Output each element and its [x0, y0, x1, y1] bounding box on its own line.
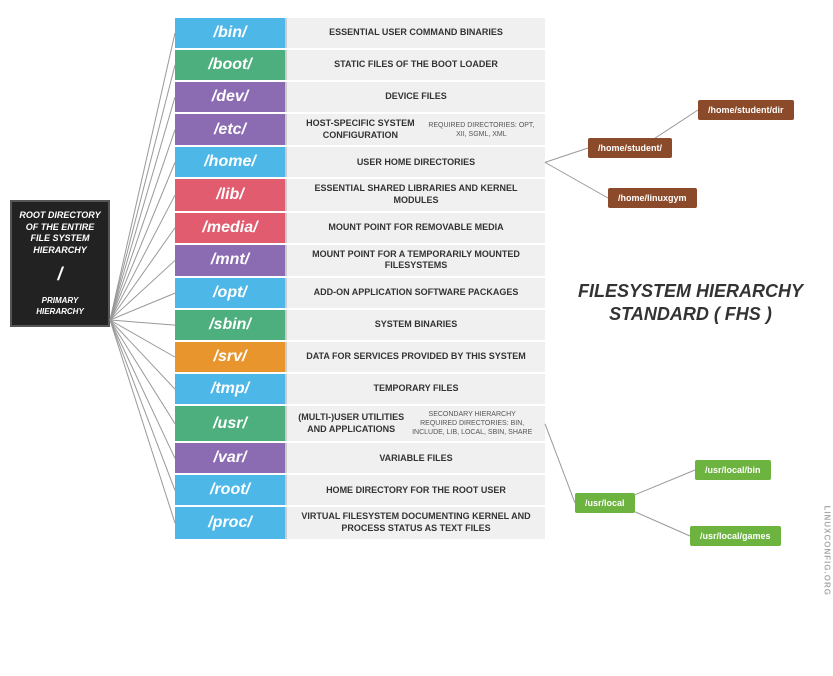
dir-desc-opt: ADD-ON APPLICATION SOFTWARE PACKAGES: [285, 278, 545, 308]
home-student-dir-box: /home/student/dir: [698, 100, 794, 120]
dir-name-srv: /srv/: [175, 342, 285, 372]
dir-row: /proc/VIRTUAL FILESYSTEM DOCUMENTING KER…: [175, 507, 545, 538]
dir-row: /boot/STATIC FILES OF THE BOOT LOADER: [175, 50, 545, 80]
dir-desc-var: VARIABLE FILES: [285, 443, 545, 473]
dir-row: /lib/ESSENTIAL SHARED LIBRARIES AND KERN…: [175, 179, 545, 210]
dir-name-etc: /etc/: [175, 114, 285, 145]
primary-hierarchy-label: PRIMARY HIERARCHY: [18, 296, 102, 317]
dir-row: /var/VARIABLE FILES: [175, 443, 545, 473]
usr-local-box: /usr/local: [575, 493, 635, 513]
dir-row: /tmp/TEMPORARY FILES: [175, 374, 545, 404]
dir-name-lib: /lib/: [175, 179, 285, 210]
home-student-box: /home/student/: [588, 138, 672, 158]
fhs-title: FILESYSTEM HIERARCHYSTANDARD ( FHS ): [578, 280, 803, 327]
dir-desc-lib: ESSENTIAL SHARED LIBRARIES AND KERNEL MO…: [285, 179, 545, 210]
dir-desc-root: HOME DIRECTORY FOR THE ROOT USER: [285, 475, 545, 505]
usr-local-games-box: /usr/local/games: [690, 526, 781, 546]
directory-table: /bin/ESSENTIAL USER COMMAND BINARIES/boo…: [175, 18, 545, 541]
home-linuxgym-box: /home/linuxgym: [608, 188, 697, 208]
dir-desc-srv: DATA FOR SERVICES PROVIDED BY THIS SYSTE…: [285, 342, 545, 372]
dir-row: /sbin/SYSTEM BINARIES: [175, 310, 545, 340]
dir-desc-boot: STATIC FILES OF THE BOOT LOADER: [285, 50, 545, 80]
dir-name-sbin: /sbin/: [175, 310, 285, 340]
root-label: ROOT DIRECTORY OF THE ENTIRE FILE SYSTEM…: [19, 210, 100, 255]
dir-row: /opt/ADD-ON APPLICATION SOFTWARE PACKAGE…: [175, 278, 545, 308]
root-directory-box: ROOT DIRECTORY OF THE ENTIRE FILE SYSTEM…: [10, 200, 110, 327]
dir-name-mnt: /mnt/: [175, 245, 285, 276]
dir-row: /home/USER HOME DIRECTORIES: [175, 147, 545, 177]
dir-desc-home: USER HOME DIRECTORIES: [285, 147, 545, 177]
dir-desc-tmp: TEMPORARY FILES: [285, 374, 545, 404]
dir-row: /etc/HOST-SPECIFIC SYSTEM CONFIGURATIONR…: [175, 114, 545, 145]
dir-name-proc: /proc/: [175, 507, 285, 538]
dir-name-opt: /opt/: [175, 278, 285, 308]
dir-row: /media/MOUNT POINT FOR REMOVABLE MEDIA: [175, 213, 545, 243]
dir-name-tmp: /tmp/: [175, 374, 285, 404]
dir-name-usr: /usr/: [175, 406, 285, 441]
dir-name-dev: /dev/: [175, 82, 285, 112]
dir-name-boot: /boot/: [175, 50, 285, 80]
dir-desc-bin: ESSENTIAL USER COMMAND BINARIES: [285, 18, 545, 48]
dir-desc-usr: (MULTI-)USER UTILITIES AND APPLICATIONSS…: [285, 406, 545, 441]
dir-name-home: /home/: [175, 147, 285, 177]
dir-desc-dev: DEVICE FILES: [285, 82, 545, 112]
dir-desc-sbin: SYSTEM BINARIES: [285, 310, 545, 340]
main-container: ROOT DIRECTORY OF THE ENTIRE FILE SYSTEM…: [0, 0, 833, 676]
usr-local-bin-box: /usr/local/bin: [695, 460, 771, 480]
dir-row: /srv/DATA FOR SERVICES PROVIDED BY THIS …: [175, 342, 545, 372]
dir-row: /usr/(MULTI-)USER UTILITIES AND APPLICAT…: [175, 406, 545, 441]
dir-name-var: /var/: [175, 443, 285, 473]
dir-desc-proc: VIRTUAL FILESYSTEM DOCUMENTING KERNEL AN…: [285, 507, 545, 538]
dir-name-root: /root/: [175, 475, 285, 505]
dir-desc-etc: HOST-SPECIFIC SYSTEM CONFIGURATIONREQUIR…: [285, 114, 545, 145]
dir-row: /dev/DEVICE FILES: [175, 82, 545, 112]
dir-row: /bin/ESSENTIAL USER COMMAND BINARIES: [175, 18, 545, 48]
watermark: LINUXCONFIG.ORG: [823, 505, 832, 596]
dir-name-bin: /bin/: [175, 18, 285, 48]
dir-name-media: /media/: [175, 213, 285, 243]
dir-desc-mnt: MOUNT POINT FOR A TEMPORARILY MOUNTED FI…: [285, 245, 545, 276]
dir-desc-media: MOUNT POINT FOR REMOVABLE MEDIA: [285, 213, 545, 243]
dir-row: /mnt/MOUNT POINT FOR A TEMPORARILY MOUNT…: [175, 245, 545, 276]
dir-row: /root/HOME DIRECTORY FOR THE ROOT USER: [175, 475, 545, 505]
